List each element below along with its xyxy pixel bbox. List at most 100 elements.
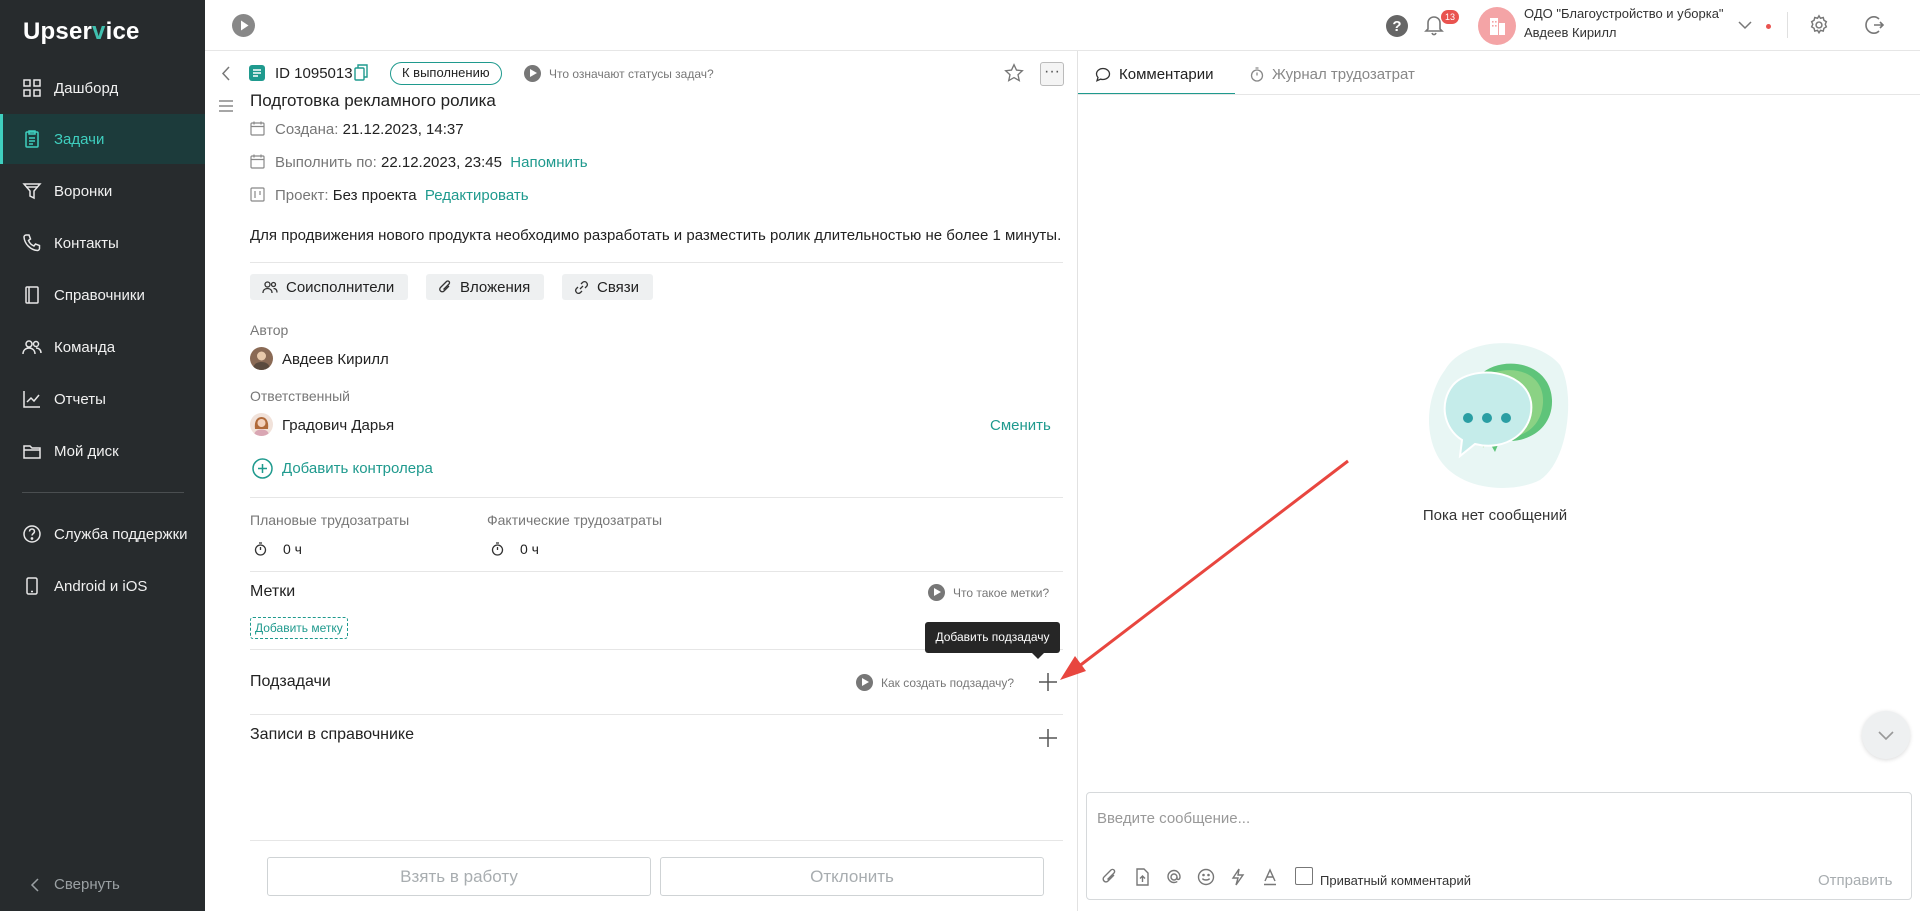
sidebar-item-label: Команда [54, 338, 116, 356]
app-logo[interactable]: Upservice [23, 18, 140, 46]
play-video-icon[interactable] [232, 14, 255, 37]
collapse-sidebar-button[interactable]: Свернуть [30, 876, 120, 893]
sidebar-item-my-disk[interactable]: Мой диск [0, 426, 205, 476]
text-format-icon[interactable] [1261, 868, 1279, 886]
stopwatch-icon [254, 542, 267, 556]
assignee-label: Ответственный [250, 388, 350, 404]
copy-icon[interactable] [354, 64, 368, 81]
gear-icon[interactable] [1808, 14, 1830, 36]
subtasks-help-link[interactable]: Как создать подзадачу? [856, 674, 1014, 691]
building-icon [1490, 18, 1505, 35]
divider [250, 840, 1063, 841]
planned-effort-value[interactable]: 0 ч [283, 541, 302, 557]
scroll-down-button[interactable] [1862, 711, 1910, 759]
reject-button[interactable]: Отклонить [660, 857, 1044, 896]
mention-icon[interactable] [1165, 868, 1183, 886]
divider [250, 497, 1063, 498]
sidebar-item-label: Справочники [54, 286, 145, 304]
task-title: Подготовка рекламного ролика [250, 91, 496, 110]
add-tag-button[interactable]: Добавить метку [250, 617, 348, 639]
private-comment-label[interactable]: Приватный комментарий [1320, 873, 1471, 888]
sidebar-item-funnels[interactable]: Воронки [0, 166, 205, 216]
sidebar-item-reports[interactable]: Отчеты [0, 374, 205, 424]
help-icon [23, 525, 41, 543]
dashboard-icon [23, 79, 41, 97]
more-options-button[interactable]: ··· [1040, 62, 1064, 86]
sidebar-item-label: Контакты [54, 234, 119, 252]
chevron-down-icon[interactable] [1738, 21, 1752, 30]
sidebar-item-label: Служба поддержки [54, 525, 188, 543]
help-icon[interactable]: ? [1386, 15, 1408, 37]
task-type-icon [249, 65, 265, 81]
calendar-icon [250, 154, 265, 169]
status-dot [1766, 24, 1771, 29]
private-comment-checkbox[interactable] [1295, 867, 1313, 885]
divider [250, 262, 1063, 263]
attachments-button[interactable]: Вложения [426, 274, 545, 300]
assignee-name[interactable]: Градович Дарья [282, 417, 394, 434]
org-avatar[interactable] [1478, 7, 1516, 45]
tab-comments[interactable]: Комментарии [1095, 66, 1213, 83]
team-icon [262, 281, 278, 294]
message-input[interactable] [1097, 803, 1897, 833]
sidebar-item-dashboard[interactable]: Дашборд [0, 63, 205, 113]
links-button[interactable]: Связи [562, 274, 654, 300]
attach-icon[interactable] [1101, 868, 1119, 886]
org-name[interactable]: ОДО "Благоустройство и уборка" [1524, 6, 1724, 21]
add-circle-icon[interactable] [252, 458, 273, 479]
panel-divider [1077, 51, 1078, 911]
calendar-icon [250, 121, 265, 136]
sidebar-item-tasks[interactable]: Задачи [0, 114, 205, 164]
chart-icon [23, 391, 40, 408]
sidebar-item-mobile-apps[interactable]: Android и iOS [0, 561, 205, 611]
team-icon [22, 340, 42, 355]
play-icon [928, 584, 945, 601]
author-name[interactable]: Авдеев Кирилл [282, 351, 389, 368]
sidebar-item-directories[interactable]: Справочники [0, 270, 205, 320]
back-arrow-icon[interactable] [221, 66, 231, 81]
emoji-icon[interactable] [1197, 868, 1215, 886]
file-upload-icon[interactable] [1133, 868, 1151, 886]
sidebar-item-support[interactable]: Служба поддержки [0, 509, 205, 559]
status-badge[interactable]: К выполнению [390, 62, 502, 85]
author-label: Автор [250, 322, 289, 338]
tags-help-link[interactable]: Что такое метки? [928, 584, 1049, 601]
co-executors-button[interactable]: Соисполнители [250, 274, 409, 300]
svg-text:?: ? [1392, 18, 1401, 35]
send-button[interactable]: Отправить [1818, 872, 1892, 889]
sidebar-item-team[interactable]: Команда [0, 322, 205, 372]
star-icon[interactable] [1004, 63, 1024, 83]
status-help-link[interactable]: Что означают статусы задач? [524, 65, 714, 82]
topbar-divider [1787, 12, 1788, 38]
edit-project-link[interactable]: Редактировать [425, 187, 529, 204]
assignee-avatar-icon [254, 417, 269, 436]
sidebar: Upservice Дашборд Задачи Воронки Контакт… [0, 0, 205, 911]
lightning-icon[interactable] [1229, 868, 1247, 886]
take-to-work-button[interactable]: Взять в работу [267, 857, 651, 896]
chevron-down-icon [1878, 731, 1894, 741]
add-controller-link[interactable]: Добавить контролера [282, 460, 433, 477]
play-icon [524, 65, 541, 82]
sidebar-item-label: Задачи [54, 130, 105, 148]
change-assignee-link[interactable]: Сменить [990, 417, 1051, 434]
link-icon [575, 280, 588, 294]
avatar[interactable] [250, 347, 273, 370]
remind-link[interactable]: Напомнить [510, 154, 587, 171]
avatar[interactable] [250, 413, 273, 436]
actual-effort-label: Фактические трудозатраты [487, 512, 663, 528]
tab-worklog[interactable]: Журнал трудозатрат [1250, 66, 1415, 83]
divider [250, 571, 1063, 572]
sidebar-item-contacts[interactable]: Контакты [0, 218, 205, 268]
status-help-text: Что означают статусы задач? [549, 66, 714, 81]
project-board-icon [250, 187, 265, 202]
user-name[interactable]: Авдеев Кирилл [1524, 25, 1617, 40]
logout-icon[interactable] [1863, 14, 1885, 36]
author-avatar-icon [253, 351, 270, 370]
stopwatch-icon [1250, 67, 1264, 82]
add-record-icon[interactable] [1038, 728, 1058, 748]
sidebar-item-label: Воронки [54, 182, 113, 200]
add-subtask-icon[interactable] [1038, 672, 1058, 692]
tasks-icon [25, 130, 39, 148]
chat-icon [1095, 67, 1111, 82]
menu-icon[interactable] [219, 100, 233, 112]
